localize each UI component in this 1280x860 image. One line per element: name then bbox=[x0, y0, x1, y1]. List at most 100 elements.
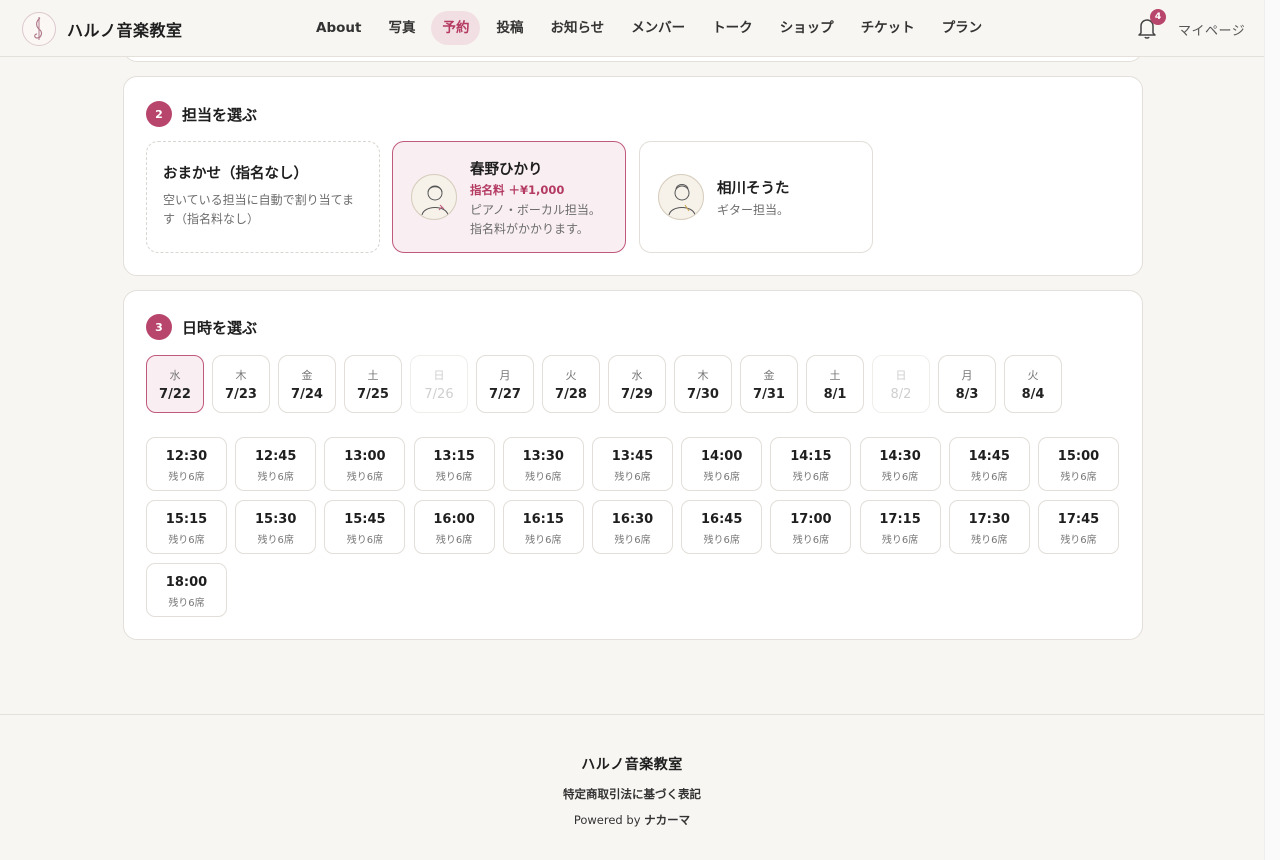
date-chip[interactable]: 土 7/25 bbox=[344, 355, 402, 413]
nav-posts[interactable]: 投稿 bbox=[485, 11, 534, 45]
date-chip[interactable]: 火 8/4 bbox=[1004, 355, 1062, 413]
nav-about[interactable]: About bbox=[305, 11, 372, 45]
avatar bbox=[658, 174, 704, 220]
staff-option-auto[interactable]: おまかせ（指名なし） 空いている担当に自動で割り当てます（指名料なし） bbox=[146, 141, 380, 253]
staff-option-aikawa[interactable]: 相川そうた ギター担当。 bbox=[639, 141, 873, 253]
time-slot[interactable]: 16:45 残り6席 bbox=[681, 500, 763, 554]
date-monthday: 7/22 bbox=[159, 387, 191, 402]
time-slot[interactable]: 16:00 残り6席 bbox=[413, 500, 495, 554]
powered-prefix: Powered by bbox=[573, 813, 641, 827]
date-weekday: 金 bbox=[763, 369, 775, 382]
mypage-link[interactable]: マイページ bbox=[1178, 20, 1245, 39]
time-slot[interactable]: 16:15 残り6席 bbox=[502, 500, 584, 554]
slot-time: 12:45 bbox=[254, 449, 297, 464]
date-chip[interactable]: 木 7/23 bbox=[212, 355, 270, 413]
time-slot[interactable]: 13:15 残り6席 bbox=[413, 437, 495, 491]
date-monthday: 7/23 bbox=[225, 387, 257, 402]
slot-time: 13:30 bbox=[522, 449, 564, 464]
slot-remaining: 残り6席 bbox=[168, 598, 205, 609]
slot-time: 16:15 bbox=[522, 512, 564, 527]
slot-remaining: 残り6席 bbox=[346, 535, 384, 546]
date-monthday: 7/30 bbox=[687, 387, 719, 402]
datetime-section: 3 日時を選ぶ 水 7/22 木 7/23 金 7/24 土 7/25 日 7/26 月 7/27 火 7… bbox=[123, 290, 1143, 640]
nav-shop[interactable]: ショップ bbox=[769, 11, 845, 45]
date-monthday: 7/28 bbox=[555, 387, 587, 402]
date-chip[interactable]: 木 7/30 bbox=[674, 355, 732, 413]
slot-remaining: 残り6席 bbox=[257, 535, 294, 546]
date-chip[interactable]: 日 8/2 bbox=[872, 355, 930, 413]
slot-remaining: 残り6席 bbox=[168, 535, 205, 546]
time-slot[interactable]: 17:30 残り6席 bbox=[948, 500, 1030, 554]
scrollbar[interactable] bbox=[1264, 0, 1280, 860]
time-slot[interactable]: 17:00 残り6席 bbox=[770, 500, 852, 554]
slot-time: 14:15 bbox=[790, 449, 832, 464]
time-slot[interactable]: 13:00 残り6席 bbox=[324, 437, 406, 491]
staff-option-haruno[interactable]: 春野ひかり 指名料 ＋¥1,000 ピアノ・ボーカル担当。指名料がかかります。 bbox=[392, 141, 626, 253]
slot-time: 15:00 bbox=[1057, 449, 1100, 464]
brand[interactable]: ハルノ音楽教室 bbox=[22, 12, 183, 46]
time-slot[interactable]: 12:45 残り6席 bbox=[235, 437, 317, 491]
slot-time: 15:15 bbox=[165, 512, 208, 527]
slot-time: 18:00 bbox=[165, 575, 208, 590]
logo-icon bbox=[22, 12, 56, 46]
date-chip[interactable]: 日 7/26 bbox=[410, 355, 468, 413]
step-title: 日時を選ぶ bbox=[182, 318, 258, 337]
time-slot[interactable]: 12:30 残り6席 bbox=[146, 437, 227, 491]
slot-time: 17:45 bbox=[1057, 512, 1100, 527]
time-slot[interactable]: 13:30 残り6席 bbox=[502, 437, 584, 491]
nav-members[interactable]: メンバー bbox=[620, 11, 696, 45]
staff-name: 相川そうた bbox=[717, 181, 790, 197]
slot-remaining: 残り6席 bbox=[614, 472, 651, 483]
slot-remaining: 残り6席 bbox=[614, 535, 651, 546]
step-number: 2 bbox=[146, 101, 172, 127]
slot-time: 16:30 bbox=[611, 512, 654, 527]
date-chip[interactable]: 月 8/3 bbox=[938, 355, 996, 413]
time-slot[interactable]: 15:00 残り6席 bbox=[1038, 437, 1119, 491]
time-slot[interactable]: 14:00 残り6席 bbox=[681, 437, 763, 491]
nav-news[interactable]: お知らせ bbox=[539, 11, 615, 45]
site-header: ハルノ音楽教室 About 写真 予約 投稿 お知らせ メンバー トーク ショッ… bbox=[0, 0, 1264, 57]
slot-remaining: 残り6席 bbox=[525, 535, 562, 546]
time-slot[interactable]: 15:15 残り6席 bbox=[146, 500, 227, 554]
powered-brand[interactable]: ナカーマ bbox=[644, 813, 690, 827]
slot-time: 13:15 bbox=[433, 449, 475, 464]
nav-plans[interactable]: プラン bbox=[931, 11, 994, 45]
step-title: 担当を選ぶ bbox=[182, 105, 258, 124]
time-slot[interactable]: 18:00 残り6席 bbox=[146, 563, 227, 617]
slot-time: 13:00 bbox=[344, 449, 386, 464]
date-chip[interactable]: 土 8/1 bbox=[806, 355, 864, 413]
nav-tickets[interactable]: チケット bbox=[850, 11, 926, 45]
slot-time: 14:30 bbox=[879, 449, 921, 464]
date-chip[interactable]: 金 7/31 bbox=[740, 355, 798, 413]
date-chip[interactable]: 火 7/28 bbox=[542, 355, 600, 413]
nav-photos[interactable]: 写真 bbox=[377, 11, 426, 45]
date-weekday: 日 bbox=[433, 369, 445, 382]
date-chip[interactable]: 水 7/22 bbox=[146, 355, 204, 413]
date-chip[interactable]: 月 7/27 bbox=[476, 355, 534, 413]
slot-remaining: 残り6席 bbox=[435, 472, 473, 483]
slot-remaining: 残り6席 bbox=[703, 472, 740, 483]
nomination-fee: 指名料 ＋¥1,000 bbox=[470, 183, 565, 197]
nav-talk[interactable]: トーク bbox=[701, 11, 764, 45]
time-slot[interactable]: 14:45 残り6席 bbox=[948, 437, 1030, 491]
nav-reservation[interactable]: 予約 bbox=[431, 11, 481, 45]
time-slot[interactable]: 17:15 残り6席 bbox=[859, 500, 941, 554]
legal-notice-link[interactable]: 特定商取引法に基づく表記 bbox=[0, 786, 1264, 802]
date-weekday: 月 bbox=[961, 369, 973, 382]
slot-remaining: 残り6席 bbox=[971, 535, 1008, 546]
time-slot[interactable]: 15:45 残り6席 bbox=[324, 500, 406, 554]
slot-remaining: 残り6席 bbox=[346, 472, 384, 483]
time-slot[interactable]: 15:30 残り6席 bbox=[235, 500, 317, 554]
time-slot[interactable]: 16:30 残り6席 bbox=[592, 500, 673, 554]
date-monthday: 7/31 bbox=[753, 387, 785, 402]
date-chip[interactable]: 金 7/24 bbox=[278, 355, 336, 413]
staff-name: 春野ひかり bbox=[470, 162, 543, 178]
site-footer: ハルノ音楽教室 特定商取引法に基づく表記 Powered by ナカーマ bbox=[0, 714, 1264, 860]
time-slot[interactable]: 17:45 残り6席 bbox=[1038, 500, 1119, 554]
time-slot[interactable]: 14:15 残り6席 bbox=[770, 437, 852, 491]
time-slot[interactable]: 14:30 残り6席 bbox=[859, 437, 941, 491]
time-slot[interactable]: 13:45 残り6席 bbox=[592, 437, 673, 491]
slot-remaining: 残り6席 bbox=[525, 472, 562, 483]
slot-time: 17:30 bbox=[968, 512, 1010, 527]
date-chip[interactable]: 水 7/29 bbox=[608, 355, 666, 413]
